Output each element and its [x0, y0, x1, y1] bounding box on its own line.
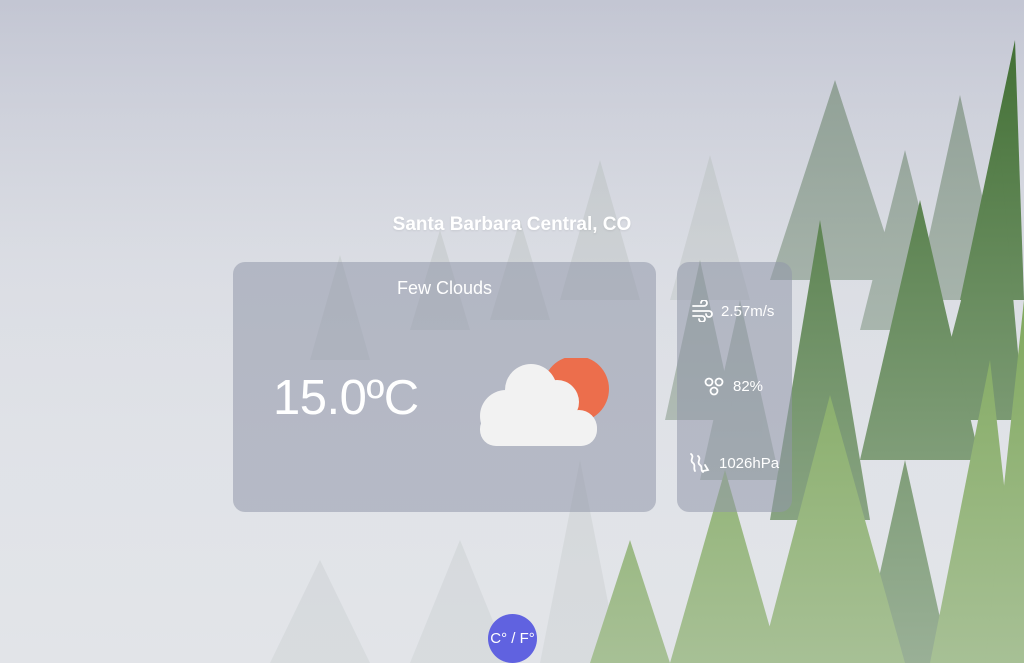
- pressure-icon: [690, 453, 710, 473]
- humidity-drops-icon: [704, 377, 724, 396]
- location-title: Santa Barbara Central, CO: [392, 214, 632, 235]
- wind-stat: 2.57m/s: [691, 300, 774, 322]
- wind-icon: [692, 300, 713, 322]
- humidity-value: 82%: [733, 377, 764, 395]
- weather-condition: Few Clouds: [396, 278, 493, 298]
- pressure-stat: 1026hPa: [687, 451, 779, 475]
- few-clouds-icon: [480, 358, 609, 446]
- weather-details-card: 2.57m/s 82% 1026hPa: [677, 262, 792, 512]
- unit-toggle-button[interactable]: C° / F°: [488, 614, 537, 663]
- temperature-value: 15.0ºC: [273, 371, 419, 425]
- humidity-stat: 82%: [703, 375, 763, 397]
- current-weather-card: Few Clouds 15.0ºC: [233, 262, 656, 512]
- pressure-value: 1026hPa: [719, 454, 780, 472]
- wind-value: 2.57m/s: [721, 302, 775, 320]
